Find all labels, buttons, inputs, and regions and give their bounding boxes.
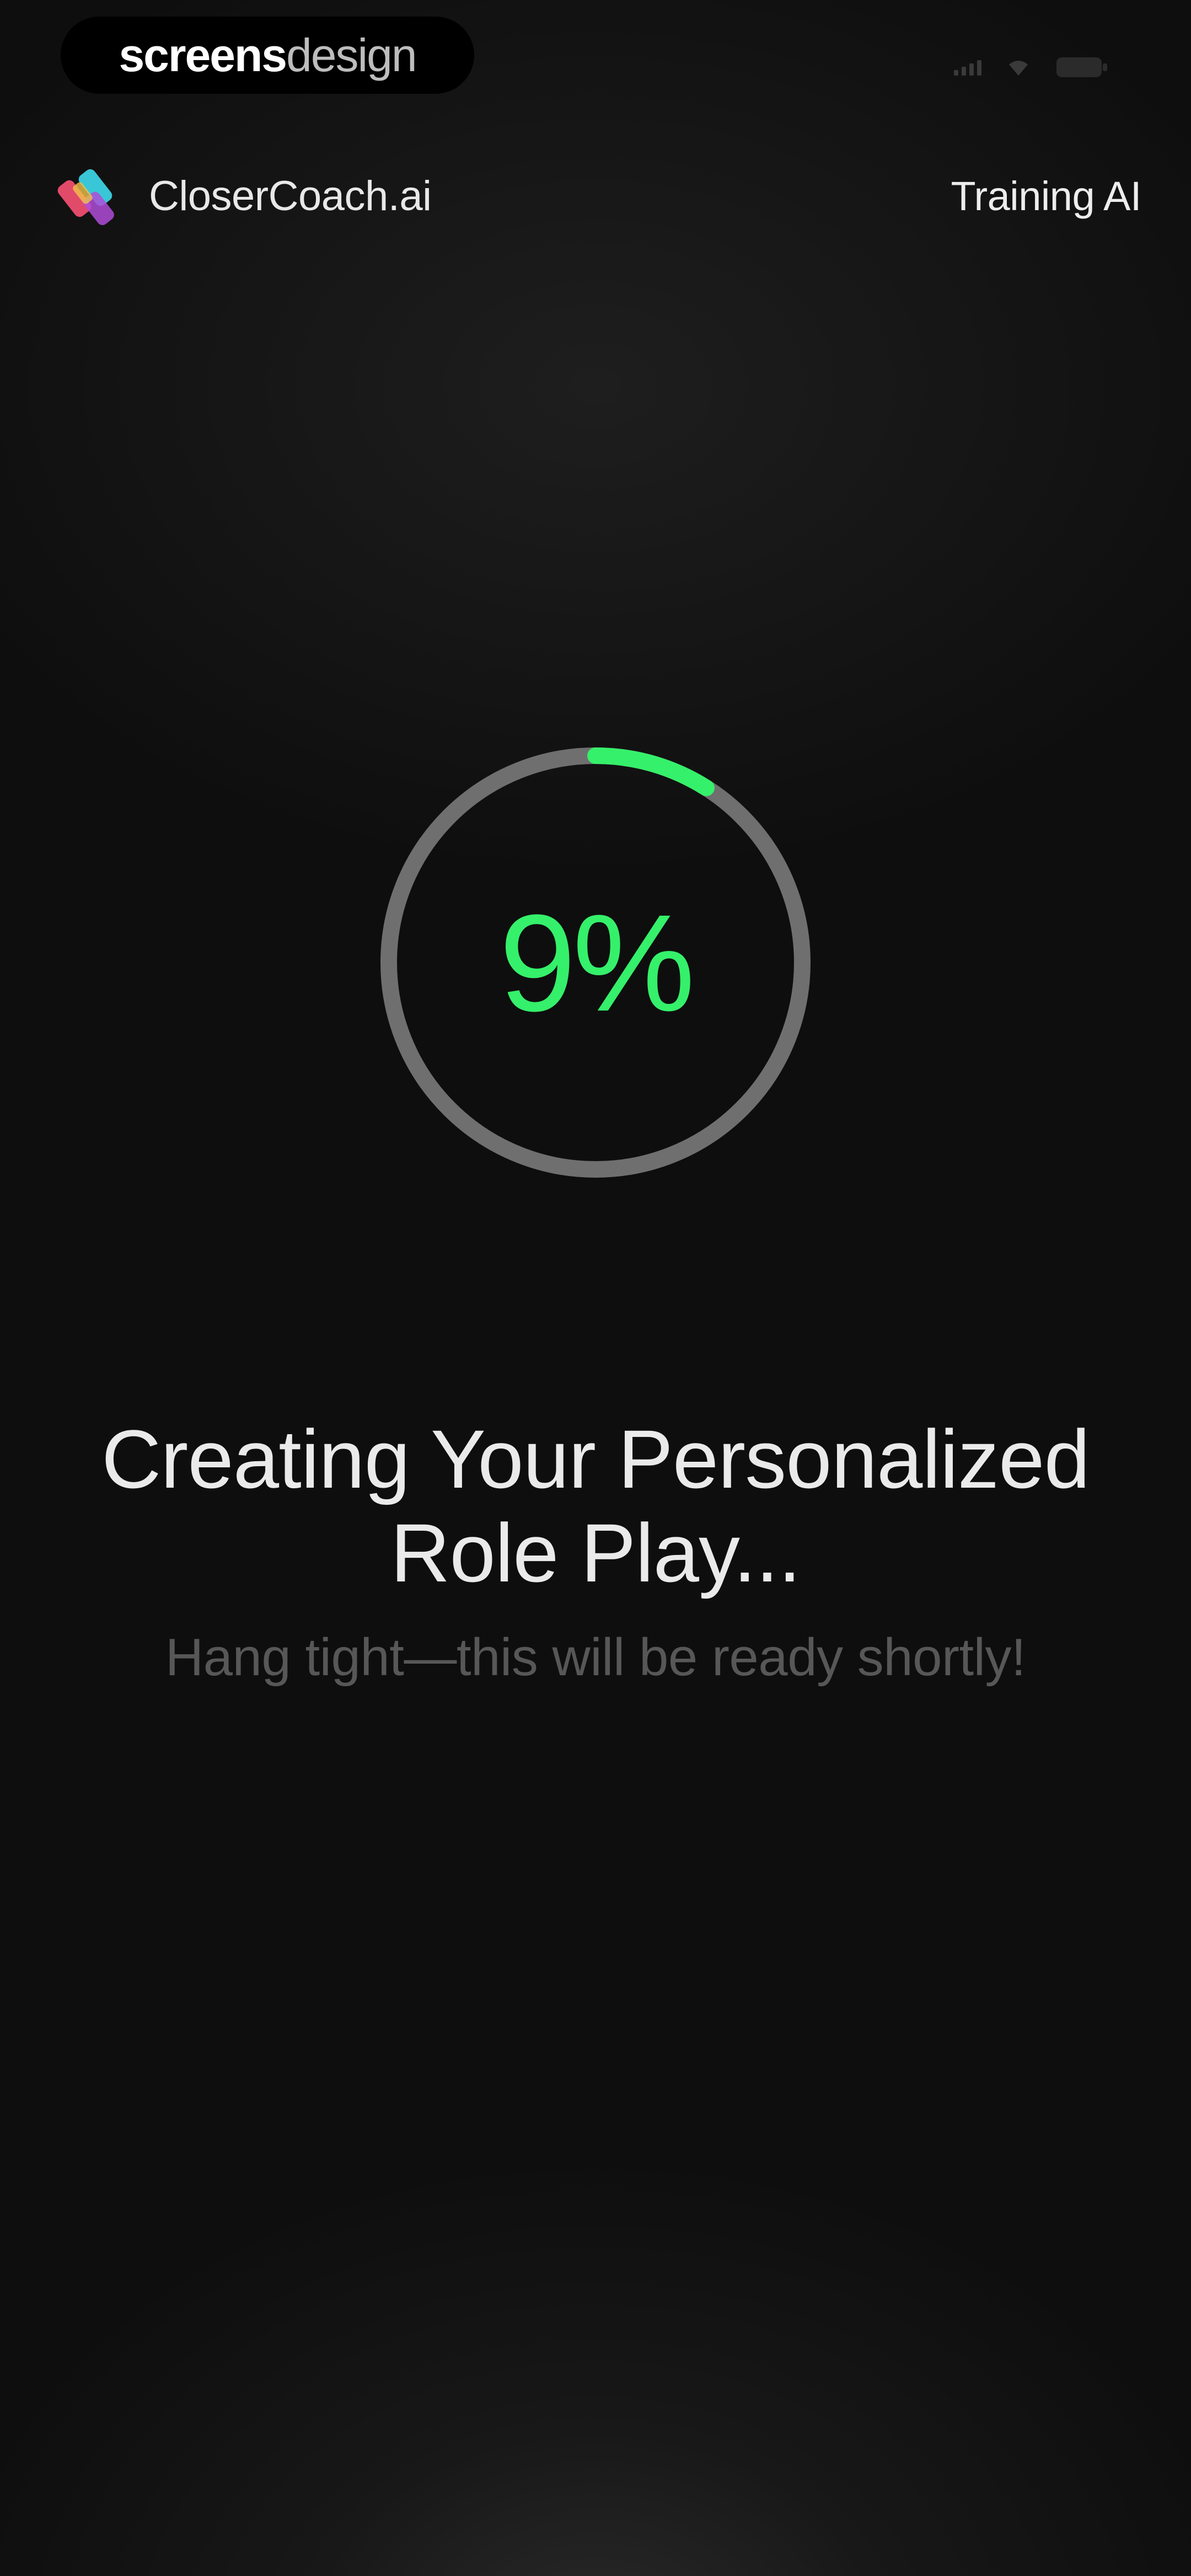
closercoach-logo-icon bbox=[55, 160, 127, 232]
signal-icon bbox=[954, 59, 981, 76]
wifi-icon bbox=[1006, 58, 1031, 77]
training-ai-link[interactable]: Training AI bbox=[951, 173, 1142, 220]
logo[interactable]: CloserCoach.ai bbox=[55, 160, 432, 232]
app-header: CloserCoach.ai Training AI bbox=[55, 160, 1141, 232]
progress-percent: 9% bbox=[499, 885, 695, 1040]
logo-text: CloserCoach.ai bbox=[149, 172, 432, 220]
status-brand-part1: screens bbox=[119, 29, 287, 81]
page-title-line2: Role Play... bbox=[390, 1506, 801, 1599]
progress-ring: 9% bbox=[375, 742, 816, 1183]
status-brand-part2: design bbox=[286, 29, 417, 81]
status-icons bbox=[954, 55, 1108, 79]
status-brand-pill: screens design bbox=[61, 17, 474, 94]
page-title-line1: Creating Your Personalized bbox=[101, 1413, 1090, 1505]
battery-icon bbox=[1055, 55, 1108, 79]
page-subtitle: Hang tight—this will be ready shortly! bbox=[165, 1628, 1026, 1687]
app-screen: screens design CloserCoach.ai Training A… bbox=[0, 0, 1191, 2576]
page-title: Creating Your Personalized Role Play... bbox=[44, 1412, 1147, 1600]
